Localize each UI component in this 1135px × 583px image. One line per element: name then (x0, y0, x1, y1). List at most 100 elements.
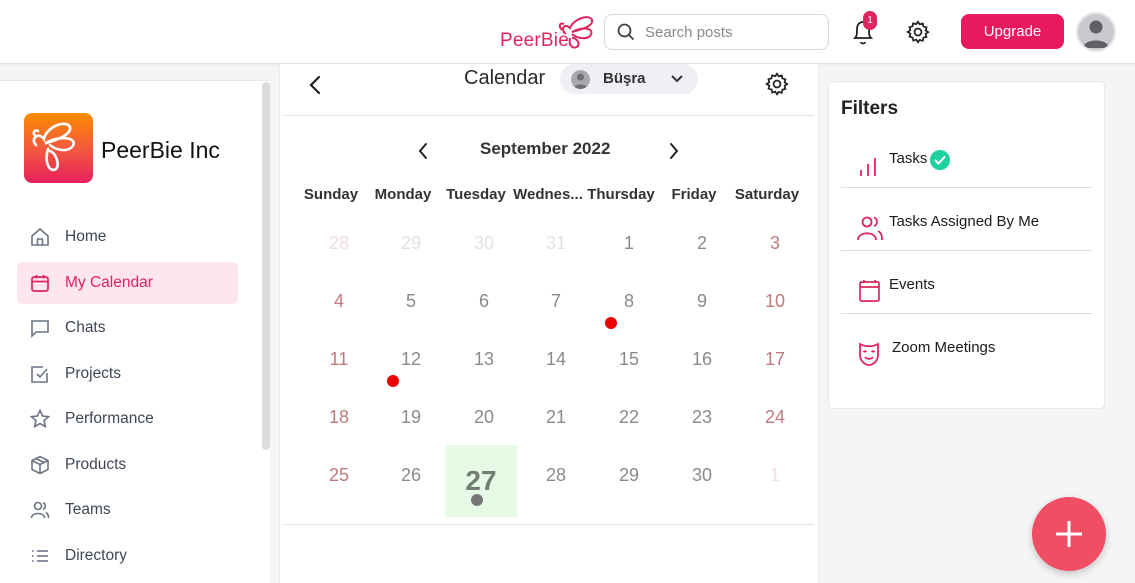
filter-divider (841, 250, 1092, 251)
calendar-day[interactable]: 4 (303, 284, 375, 342)
sidebar-item-my-calendar[interactable]: My Calendar (17, 262, 238, 304)
sidebar-item-products[interactable]: Products (17, 444, 238, 486)
calendar-day[interactable]: 29 (593, 458, 665, 516)
day-number: 23 (691, 407, 713, 427)
day-number: 28 (545, 465, 567, 485)
sidebar-item-home[interactable]: Home (17, 216, 238, 258)
sidebar-item-performance[interactable]: Performance (17, 398, 238, 440)
org-name: PeerBie Inc (101, 137, 220, 163)
add-button[interactable] (1032, 497, 1106, 571)
calendar-icon (31, 275, 49, 292)
calendar-day[interactable]: 13 (448, 342, 520, 400)
calendar-day[interactable]: 29 (375, 226, 447, 284)
day-number: 9 (696, 291, 707, 311)
calendar-day[interactable]: 31 (520, 226, 592, 284)
calendar-day[interactable]: 7 (520, 284, 592, 342)
weekday-label: Wednes... (513, 186, 583, 203)
day-number: 20 (473, 407, 495, 427)
day-number: 6 (478, 291, 489, 311)
weekday-label: Sunday (303, 186, 359, 203)
calendar-day[interactable]: 30 (448, 226, 520, 284)
users-icon (857, 216, 883, 241)
day-number: 27 (465, 465, 497, 496)
upgrade-button[interactable]: Upgrade (961, 14, 1064, 49)
user-avatar[interactable] (1076, 12, 1116, 52)
calendar-day[interactable]: 9 (666, 284, 738, 342)
next-month-icon[interactable] (665, 140, 683, 162)
filters-title: Filters (841, 98, 899, 119)
calendar-day[interactable]: 6 (448, 284, 520, 342)
user-avatar-small (571, 70, 590, 89)
calendar-settings-icon[interactable] (764, 71, 790, 97)
settings-icon[interactable] (905, 19, 931, 45)
day-number: 29 (400, 233, 422, 253)
calendar-day[interactable]: 21 (520, 400, 592, 458)
search-input[interactable] (645, 23, 815, 41)
calendar-day[interactable]: 1 (593, 226, 665, 284)
calendar-day[interactable]: 18 (303, 400, 375, 458)
calendar-day[interactable]: 26 (375, 458, 447, 516)
day-number: 18 (328, 407, 350, 427)
calendar-day[interactable]: 19 (375, 400, 447, 458)
calendar-day-today[interactable]: 27 (445, 445, 517, 517)
calendar-day[interactable]: 1 (739, 458, 811, 516)
user-select-dropdown[interactable]: Büşra (560, 64, 698, 94)
user-icon (1083, 20, 1109, 48)
calendar-day[interactable]: 24 (739, 400, 811, 458)
calendar-title: Calendar (464, 67, 546, 89)
calendar-day[interactable]: 11 (303, 342, 375, 400)
day-number: 13 (473, 349, 495, 369)
chevron-down-icon (671, 75, 683, 83)
sidebar-item-chats[interactable]: Chats (17, 307, 238, 349)
calendar-day[interactable]: 3 (739, 226, 811, 284)
brand-logo[interactable]: PeerBie (500, 12, 600, 52)
calendar-day[interactable]: 23 (666, 400, 738, 458)
search-icon (617, 23, 635, 41)
calendar-day[interactable]: 17 (739, 342, 811, 400)
calendar-day[interactable]: 2 (666, 226, 738, 284)
day-number: 7 (550, 291, 561, 311)
day-number: 4 (333, 291, 344, 311)
back-arrow-icon[interactable] (306, 74, 324, 96)
filter-label: Events (889, 276, 935, 293)
calendar-day[interactable]: 30 (666, 458, 738, 516)
sidebar-item-teams[interactable]: Teams (17, 489, 238, 531)
calendar-day[interactable]: 10 (739, 284, 811, 342)
day-number: 12 (400, 349, 422, 369)
filter-tasks[interactable]: Tasks (841, 136, 1092, 198)
sidebar-item-directory[interactable]: Directory (17, 535, 238, 577)
filter-divider (841, 187, 1092, 188)
calendar-day[interactable]: 25 (303, 458, 375, 516)
filter-divider (841, 313, 1092, 314)
calendar-day[interactable]: 22 (593, 400, 665, 458)
checkbox-icon (31, 366, 48, 383)
calendar-day[interactable]: 5 (375, 284, 447, 342)
calendar-day[interactable]: 14 (520, 342, 592, 400)
day-number: 1 (769, 465, 780, 485)
filter-zoom-meetings[interactable]: Zoom Meetings (841, 325, 1092, 387)
calendar-day[interactable]: 16 (666, 342, 738, 400)
sidebar-item-label: Chats (65, 319, 106, 336)
search-box[interactable] (604, 14, 829, 50)
sidebar-item-label: My Calendar (65, 274, 153, 291)
calendar-day[interactable]: 15 (593, 342, 665, 400)
filter-label: Tasks Assigned By Me (889, 213, 1040, 230)
sidebar-item-projects[interactable]: Projects (17, 353, 238, 395)
weekday-label: Friday (671, 186, 717, 203)
selected-user-name: Büşra (603, 70, 646, 87)
chat-icon (31, 320, 49, 338)
day-number: 3 (769, 233, 780, 253)
calendar-day[interactable]: 28 (520, 458, 592, 516)
sidebar-scrollbar[interactable] (262, 82, 270, 450)
calendar-divider (284, 115, 814, 116)
filter-events[interactable]: Events (841, 262, 1092, 324)
month-label: September 2022 (480, 139, 611, 158)
calendar-day[interactable]: 28 (303, 226, 375, 284)
day-number: 14 (545, 349, 567, 369)
filter-tasks-assigned-by-me[interactable]: Tasks Assigned By Me (841, 199, 1092, 261)
previous-month-icon[interactable] (414, 140, 432, 162)
user-icon (573, 73, 588, 89)
list-icon (32, 550, 48, 562)
calendar-day[interactable]: 12 (375, 342, 447, 400)
calendar-day[interactable]: 8 (593, 284, 665, 342)
